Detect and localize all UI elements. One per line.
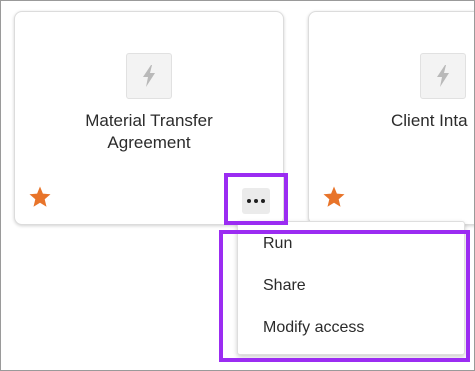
lightning-bolt-icon bbox=[126, 53, 172, 99]
card-title-line-1: Material Transfer bbox=[85, 111, 213, 130]
app-card-material-transfer-agreement[interactable]: Material Transfer Agreement bbox=[14, 11, 284, 225]
more-horizontal-icon-dot bbox=[261, 199, 265, 203]
more-options-button[interactable] bbox=[242, 188, 270, 214]
card-title: Client Inta bbox=[391, 111, 468, 130]
menu-item-modify-access[interactable]: Modify access bbox=[238, 313, 464, 343]
favorite-star-icon[interactable] bbox=[27, 184, 52, 209]
card-title-line-2: Agreement bbox=[107, 133, 191, 152]
favorite-star-icon[interactable] bbox=[321, 184, 346, 209]
screenshot-frame: Material Transfer Agreement Client Inta bbox=[0, 0, 475, 371]
more-horizontal-icon bbox=[247, 199, 251, 203]
more-horizontal-icon-dot bbox=[254, 199, 258, 203]
app-card-client-intake[interactable]: Client Inta bbox=[308, 11, 474, 225]
lightning-bolt-icon bbox=[420, 53, 466, 99]
menu-item-share[interactable]: Share bbox=[238, 271, 464, 301]
card-title: Material Transfer Agreement bbox=[55, 110, 243, 154]
more-options-menu: Run Share Modify access bbox=[237, 221, 465, 355]
menu-item-run[interactable]: Run bbox=[238, 229, 464, 259]
